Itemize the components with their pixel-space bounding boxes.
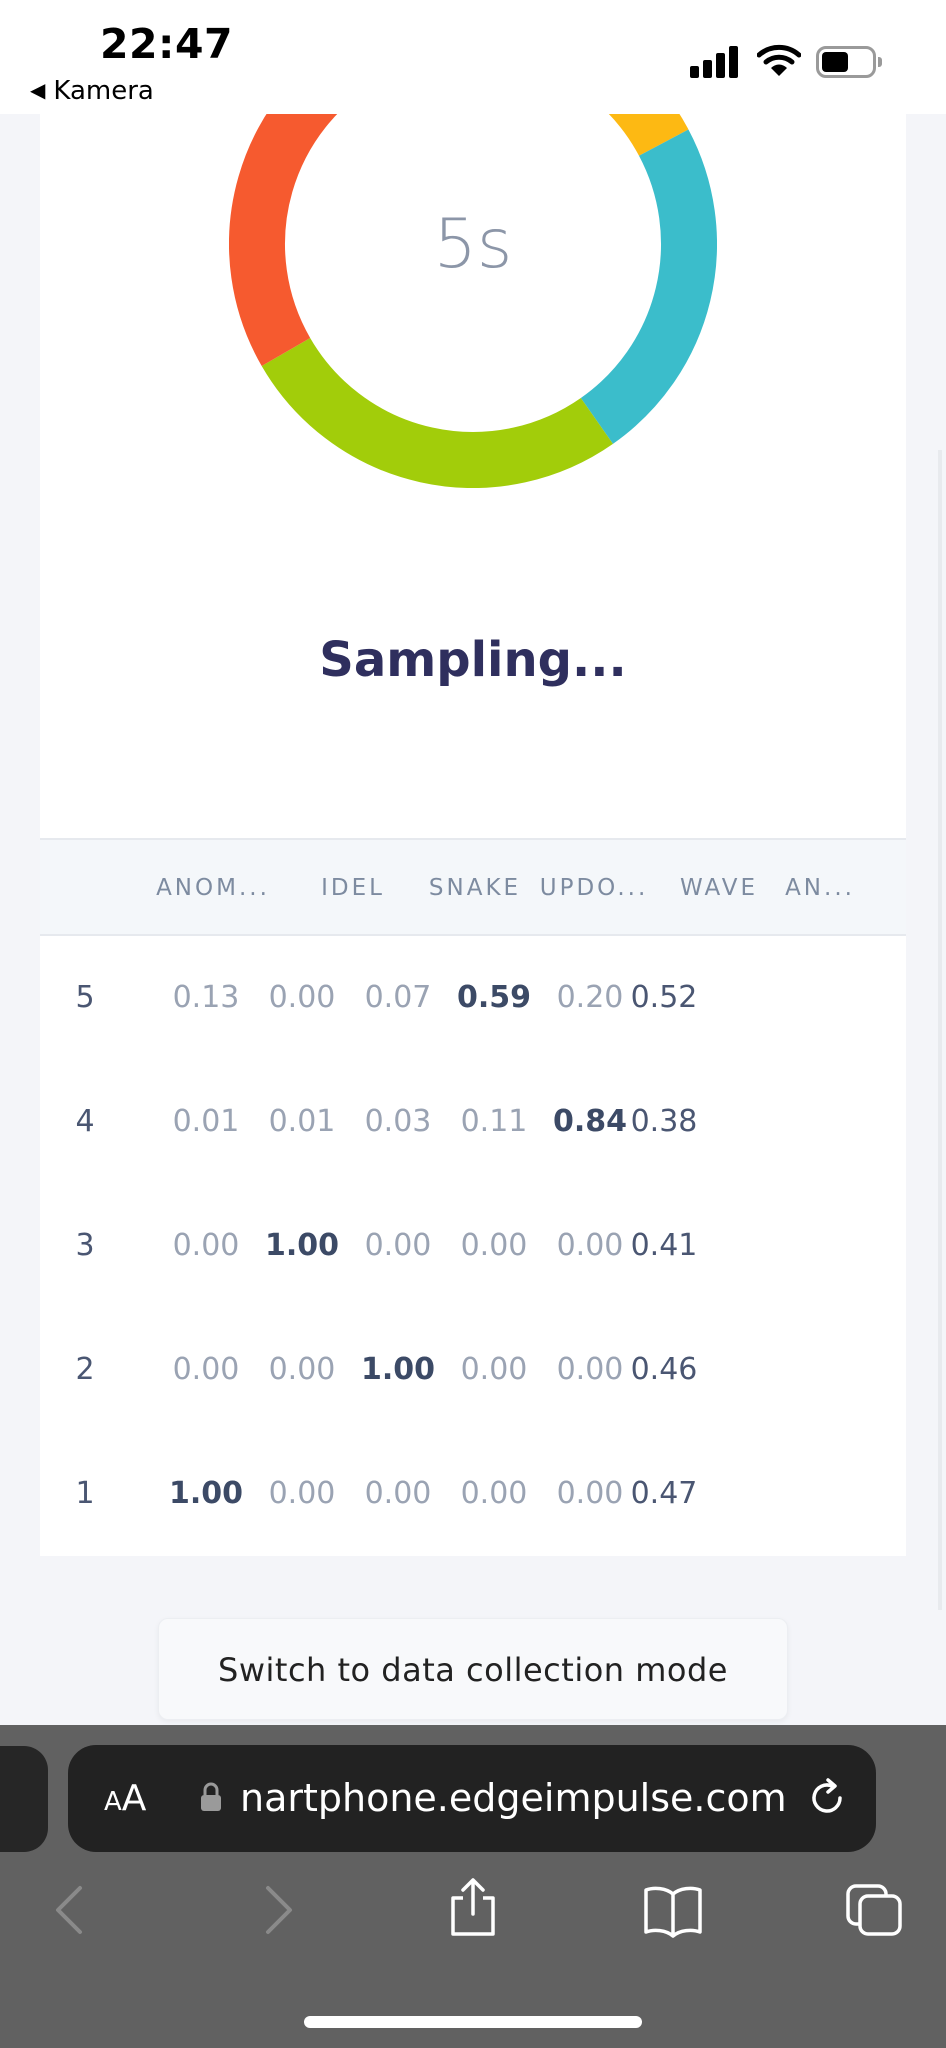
cellular-signal-icon bbox=[690, 46, 740, 78]
back-app-label: Kamera bbox=[53, 76, 154, 106]
table-row: 2 0.00 0.00 1.00 0.00 0.00 0.46 bbox=[40, 1308, 906, 1432]
table-row: 3 0.00 1.00 0.00 0.00 0.00 0.41 bbox=[40, 1184, 906, 1308]
table-cell: 0.46 bbox=[630, 1352, 698, 1387]
row-number: 1 bbox=[75, 1476, 95, 1511]
scroll-indicator bbox=[938, 450, 942, 1610]
switch-to-data-collection-button[interactable]: Switch to data collection mode bbox=[158, 1618, 788, 1720]
table-cell: 0.41 bbox=[630, 1228, 698, 1263]
table-row: 1 1.00 0.00 0.00 0.00 0.00 0.47 bbox=[40, 1432, 906, 1556]
home-indicator bbox=[304, 2016, 642, 2028]
reader-settings-button[interactable]: AA bbox=[104, 1745, 146, 1856]
results-table-header: ANOM... IDEL SNAKE UPDO... WAVE AN... bbox=[40, 840, 906, 936]
url-text: nartphone.edgeimpulse.com bbox=[240, 1776, 787, 1820]
back-triangle-icon: ◀ bbox=[30, 78, 46, 102]
table-cell: 0.52 bbox=[630, 980, 698, 1015]
status-bar: 22:47 ◀ Kamera bbox=[0, 0, 946, 114]
back-chevron-icon[interactable] bbox=[44, 1882, 100, 1938]
col-header-updown: UPDO... bbox=[539, 875, 649, 901]
forward-chevron-icon[interactable] bbox=[248, 1882, 304, 1938]
table-cell: 0.47 bbox=[630, 1476, 698, 1511]
status-time: 22:47 bbox=[100, 20, 234, 68]
col-header-anomaly-score: AN... bbox=[785, 875, 855, 901]
classifier-card: 5s Sampling... ANOM... IDEL SNAKE UPDO..… bbox=[40, 10, 906, 1556]
col-header-snake: SNAKE bbox=[428, 875, 522, 901]
row-number: 4 bbox=[75, 1104, 95, 1139]
table-row: 4 0.01 0.01 0.03 0.11 0.84 0.38 bbox=[40, 1060, 906, 1184]
lock-icon bbox=[201, 1782, 221, 1811]
table-cell: 0.38 bbox=[630, 1104, 698, 1139]
col-header-anomaly: ANOM... bbox=[156, 875, 270, 901]
wifi-icon bbox=[757, 44, 801, 76]
sampling-status: Sampling... bbox=[319, 632, 627, 688]
tabs-icon[interactable] bbox=[844, 1882, 904, 1938]
previous-tab-stub[interactable] bbox=[0, 1746, 48, 1852]
back-to-app-link[interactable]: ◀ Kamera bbox=[30, 76, 154, 106]
row-number: 3 bbox=[75, 1228, 95, 1263]
table-row: 5 0.13 0.00 0.07 0.59 0.20 0.52 bbox=[40, 936, 906, 1060]
col-header-wave: WAVE bbox=[679, 875, 758, 901]
row-number: 2 bbox=[75, 1352, 95, 1387]
battery-icon bbox=[816, 46, 882, 78]
col-header-idel: IDEL bbox=[321, 875, 385, 901]
address-bar[interactable]: AA nartphone.edgeimpulse.com bbox=[68, 1745, 876, 1852]
row-number: 5 bbox=[75, 980, 95, 1015]
share-icon[interactable] bbox=[445, 1876, 501, 1938]
reload-icon[interactable] bbox=[804, 1775, 850, 1821]
bookmarks-icon[interactable] bbox=[642, 1882, 704, 1938]
